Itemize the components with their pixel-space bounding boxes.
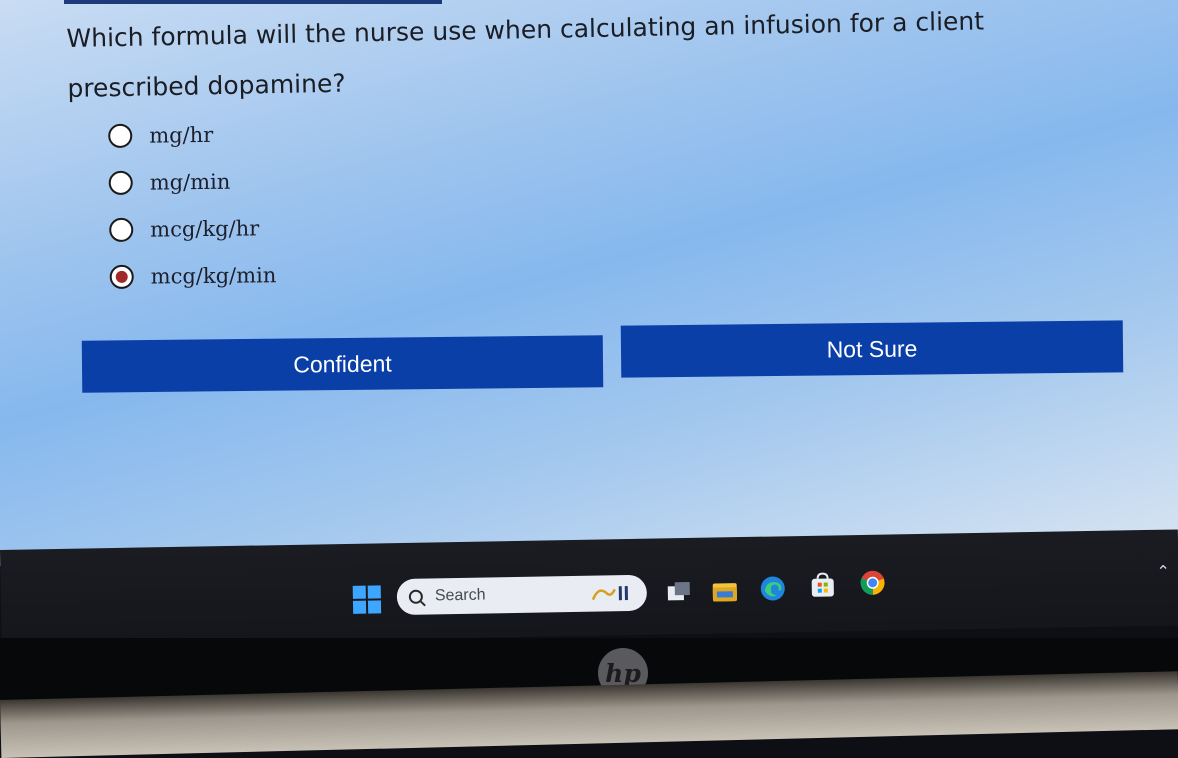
search-placeholder: Search [434, 586, 486, 605]
not-sure-button[interactable]: Not Sure [620, 320, 1124, 378]
windows-start-icon[interactable] [352, 585, 382, 614]
search-highlight-icon [591, 586, 628, 601]
chrome-icon[interactable] [858, 569, 886, 597]
question-text: Which formula will the nurse use when ca… [66, 6, 985, 103]
option-mcg-kg-min[interactable]: mcg/kg/min [109, 251, 276, 300]
top-progress-bar [64, 0, 442, 4]
radio-selected-dot [115, 270, 128, 283]
edge-icon[interactable] [759, 574, 787, 602]
option-label: mg/min [149, 169, 231, 195]
screen: Which formula will the nurse use when ca… [0, 0, 1178, 566]
radio-button[interactable] [108, 170, 133, 195]
option-label: mcg/kg/hr [150, 215, 260, 242]
answer-options: mg/hr mg/min mcg/kg/hr mcg/kg/min [108, 110, 277, 300]
option-mg-min[interactable]: mg/min [108, 157, 275, 206]
task-view-icon[interactable] [665, 578, 693, 606]
option-label: mcg/kg/min [150, 262, 277, 289]
chevron-up-icon[interactable]: ⌃ [1156, 562, 1170, 581]
confident-button[interactable]: Confident [81, 335, 604, 393]
microsoft-store-icon[interactable] [809, 571, 837, 599]
file-explorer-icon[interactable] [711, 577, 739, 605]
radio-button[interactable] [109, 217, 134, 242]
option-mg-hr[interactable]: mg/hr [108, 110, 275, 159]
taskbar: Search ⌃ [0, 529, 1178, 646]
radio-button[interactable] [108, 123, 133, 148]
radio-button-selected[interactable] [109, 264, 134, 289]
option-mcg-kg-hr[interactable]: mcg/kg/hr [109, 204, 276, 253]
option-label: mg/hr [149, 122, 214, 148]
search-icon [408, 589, 424, 604]
taskbar-search-box[interactable]: Search [396, 574, 648, 616]
